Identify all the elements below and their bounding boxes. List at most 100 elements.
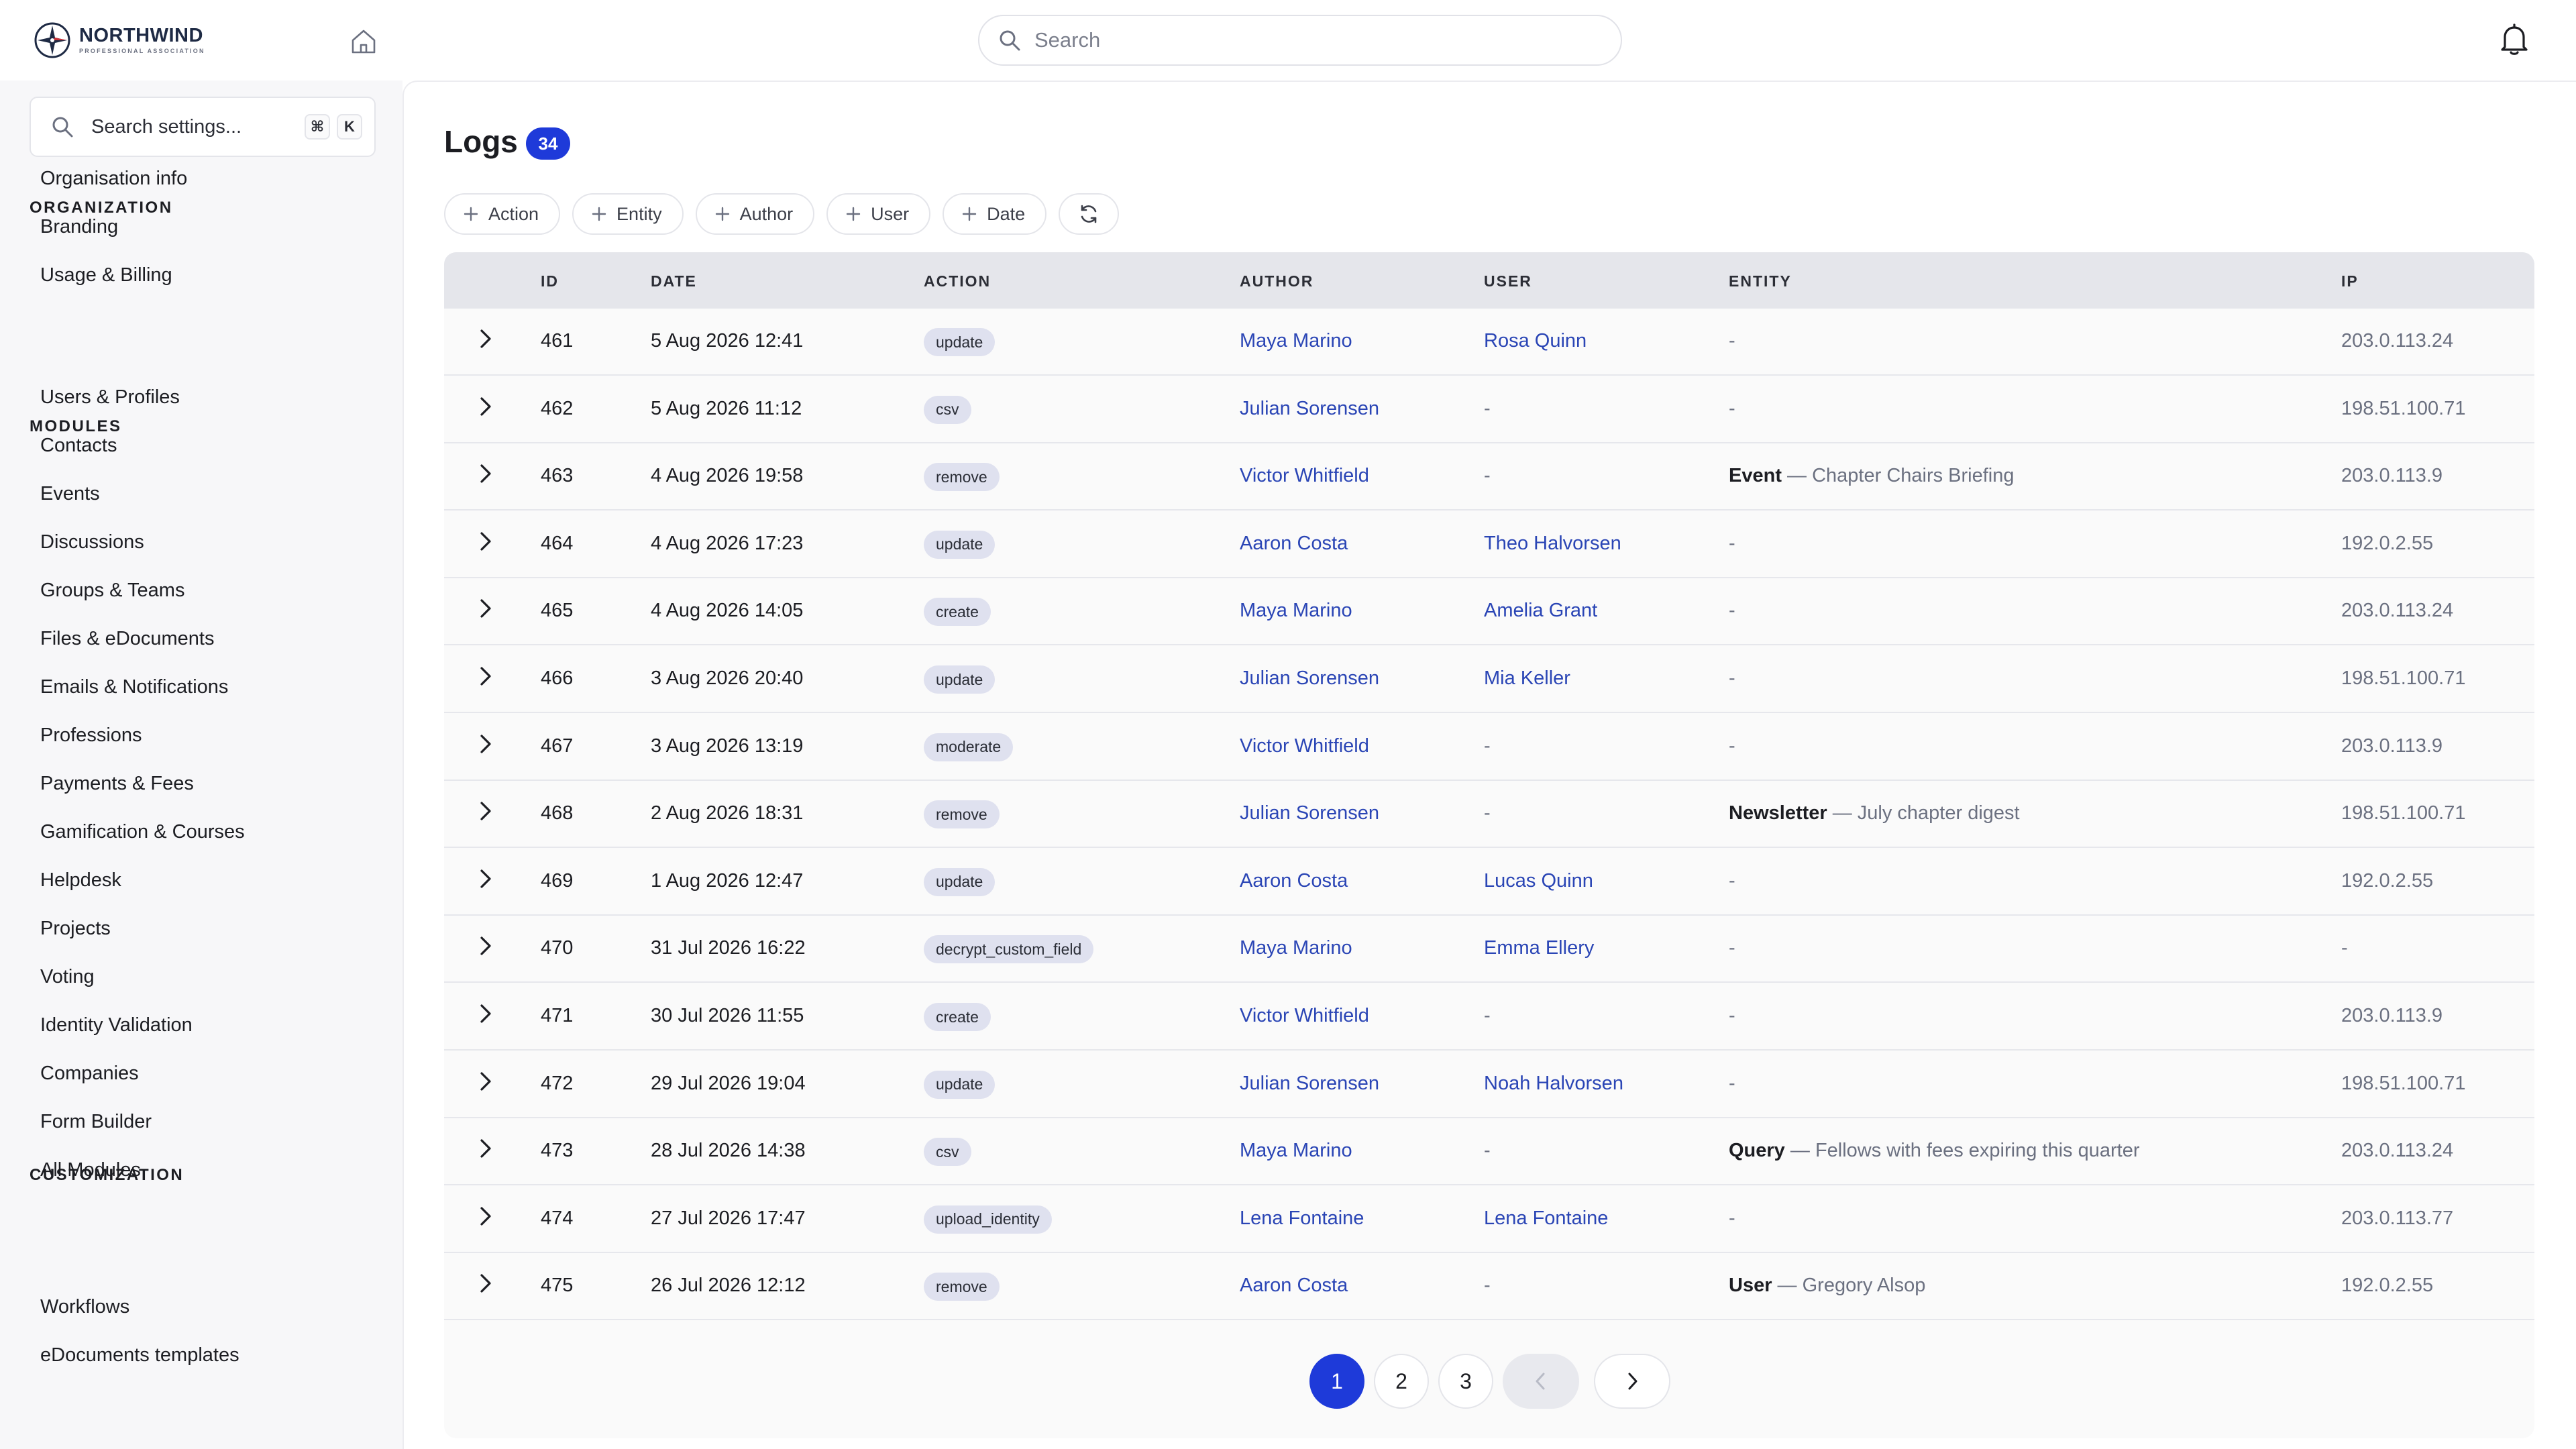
expand-row-button[interactable] [471,662,499,690]
table-row: 468 2 Aug 2026 18:31 remove Julian Sorensen… [444,781,2534,849]
ip-address: 192.0.2.55 [2341,869,2434,892]
sidebar-item-users-and-profiles[interactable]: Users & Profiles [40,388,180,407]
page-1-button[interactable]: 1 [1309,1354,1364,1409]
action-badge: csv [924,1138,971,1167]
chevron-right-icon [480,1207,491,1226]
author-link[interactable]: Lena Fontaine [1240,1208,1364,1228]
sidebar-item-usage-and-billing[interactable]: Usage & Billing [40,266,172,285]
sidebar-item-files-and-edocuments[interactable]: Files & eDocuments [40,629,215,649]
sidebar-item-professions[interactable]: Professions [40,726,142,745]
expand-row-button[interactable] [471,594,499,623]
user-link[interactable]: Emma Ellery [1484,938,1594,958]
settings-search[interactable]: ⌘ K [30,97,376,157]
page-2-button[interactable]: 2 [1374,1354,1429,1409]
expand-row-button[interactable] [471,1269,499,1297]
expand-row-button[interactable] [471,730,499,758]
sidebar-item-companies[interactable]: Companies [40,1064,139,1083]
expand-row-button[interactable] [471,460,499,488]
author-link[interactable]: Julian Sorensen [1240,669,1379,688]
author-link[interactable]: Julian Sorensen [1240,1073,1379,1093]
filter-user-button[interactable]: User [826,193,931,235]
sidebar-item-contacts[interactable]: Contacts [40,436,117,455]
expand-row-button[interactable] [471,527,499,555]
sidebar-item-voting[interactable]: Voting [40,967,95,987]
chevron-right-icon [480,667,491,686]
user-link[interactable]: Lucas Quinn [1484,871,1593,891]
chevron-right-icon [480,464,491,483]
sidebar-item-workflows[interactable]: Workflows [40,1297,129,1317]
expand-row-button[interactable] [471,1134,499,1163]
log-id: 463 [541,465,574,487]
author-link[interactable]: Victor Whitfield [1240,736,1369,756]
table-row: 469 1 Aug 2026 12:47 update Aaron Costa Luca… [444,849,2534,916]
sidebar-item-branding[interactable]: Branding [40,217,118,237]
sidebar-item-edocuments-templates[interactable]: eDocuments templates [40,1346,239,1365]
user-link[interactable]: Theo Halvorsen [1484,533,1621,553]
page-3-button[interactable]: 3 [1438,1354,1493,1409]
notifications-button[interactable] [2496,20,2533,58]
filter-author-button[interactable]: Author [695,193,815,235]
next-page-button[interactable] [1594,1354,1670,1409]
expand-row-button[interactable] [471,932,499,960]
filter-action-button[interactable]: Action [444,193,561,235]
action-badge: update [924,867,996,896]
log-date: 29 Jul 2026 19:04 [651,1072,806,1094]
sidebar-item-identity-validation[interactable]: Identity Validation [40,1016,193,1035]
user-link[interactable]: Noah Halvorsen [1484,1073,1623,1093]
table-row: 461 5 Aug 2026 12:41 update Maya Marino Rosa… [444,309,2534,376]
author-link[interactable]: Maya Marino [1240,938,1352,958]
action-badge: moderate [924,733,1014,761]
user-empty: - [1484,1275,1491,1297]
author-link[interactable]: Maya Marino [1240,601,1352,621]
expand-row-button[interactable] [471,325,499,353]
sidebar-item-payments-and-fees[interactable]: Payments & Fees [40,774,194,794]
sidebar-item-emails-and-notifications[interactable]: Emails & Notifications [40,678,228,697]
global-search-input[interactable] [1034,28,1585,52]
expand-row-button[interactable] [471,1067,499,1095]
settings-search-input[interactable] [91,115,286,138]
sidebar-item-discussions[interactable]: Discussions [40,533,144,552]
user-link[interactable]: Amelia Grant [1484,601,1597,621]
sidebar-item-organisation-info[interactable]: Organisation info [40,169,187,189]
log-date: 5 Aug 2026 12:41 [651,330,804,352]
sidebar-item-helpdesk[interactable]: Helpdesk [40,871,121,890]
expand-row-button[interactable] [471,1202,499,1230]
sidebar-item-projects[interactable]: Projects [40,919,111,938]
filter-date-button[interactable]: Date [943,193,1047,235]
action-badge: remove [924,463,1000,492]
sidebar-item-form-builder[interactable]: Form Builder [40,1112,152,1132]
home-button[interactable] [347,25,380,58]
expand-row-button[interactable] [471,865,499,893]
log-count-badge: 34 [526,127,570,160]
author-link[interactable]: Aaron Costa [1240,533,1348,553]
filter-label: Entity [616,203,662,224]
expand-row-button[interactable] [471,392,499,421]
expand-row-button[interactable] [471,797,499,825]
user-link[interactable]: Lena Fontaine [1484,1208,1608,1228]
global-search[interactable] [978,15,1622,66]
sidebar-item-gamification-and-courses[interactable]: Gamification & Courses [40,822,245,842]
author-link[interactable]: Maya Marino [1240,331,1352,351]
home-icon [352,30,376,54]
sidebar-item-events[interactable]: Events [40,484,100,504]
author-link[interactable]: Victor Whitfield [1240,466,1369,486]
column-header-ip: IP [2341,272,2359,290]
user-link[interactable]: Mia Keller [1484,669,1570,688]
column-header-user: USER [1484,272,1532,290]
sidebar-item-groups-and-teams[interactable]: Groups & Teams [40,581,184,600]
author-link[interactable]: Victor Whitfield [1240,1006,1369,1026]
author-link[interactable]: Aaron Costa [1240,871,1348,891]
entity-cell: - [1729,1006,1735,1026]
brand-logo[interactable]: NORTHWIND PROFESSIONAL ASSOCIATION [34,21,205,59]
author-link[interactable]: Julian Sorensen [1240,804,1379,823]
entity-name: — July chapter digest [1827,802,2020,824]
author-link[interactable]: Aaron Costa [1240,1276,1348,1295]
previous-page-button[interactable] [1503,1354,1579,1409]
refresh-button[interactable] [1059,193,1120,235]
user-link[interactable]: Rosa Quinn [1484,331,1587,351]
chevron-right-icon [480,532,491,551]
author-link[interactable]: Julian Sorensen [1240,398,1379,419]
author-link[interactable]: Maya Marino [1240,1141,1352,1161]
filter-entity-button[interactable]: Entity [572,193,684,235]
expand-row-button[interactable] [471,1000,499,1028]
